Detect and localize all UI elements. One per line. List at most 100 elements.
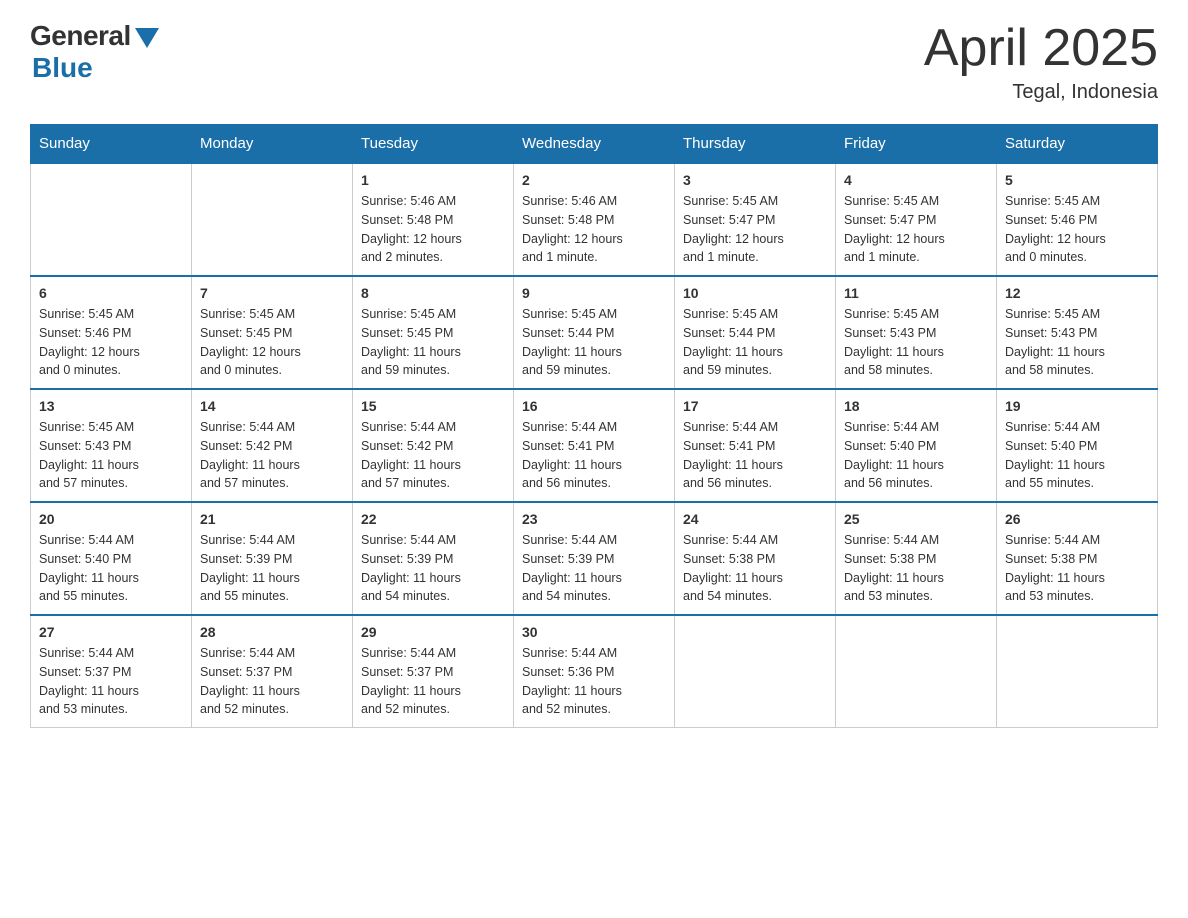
day-info: Sunrise: 5:45 AMSunset: 5:43 PMDaylight:… [1005,305,1149,380]
day-number: 1 [361,172,505,188]
calendar-table: SundayMondayTuesdayWednesdayThursdayFrid… [30,124,1158,728]
day-info: Sunrise: 5:44 AMSunset: 5:39 PMDaylight:… [200,531,344,606]
day-number: 21 [200,511,344,527]
header-tuesday: Tuesday [353,125,514,164]
day-info: Sunrise: 5:44 AMSunset: 5:41 PMDaylight:… [683,418,827,493]
day-info: Sunrise: 5:45 AMSunset: 5:47 PMDaylight:… [844,192,988,267]
day-number: 11 [844,285,988,301]
day-number: 4 [844,172,988,188]
day-info: Sunrise: 5:44 AMSunset: 5:38 PMDaylight:… [683,531,827,606]
header-thursday: Thursday [675,125,836,164]
day-number: 30 [522,624,666,640]
day-info: Sunrise: 5:46 AMSunset: 5:48 PMDaylight:… [522,192,666,267]
calendar-cell: 22 Sunrise: 5:44 AMSunset: 5:39 PMDayligh… [353,502,514,615]
day-info: Sunrise: 5:46 AMSunset: 5:48 PMDaylight:… [361,192,505,267]
logo: General Blue [30,20,159,84]
calendar-cell: 11 Sunrise: 5:45 AMSunset: 5:43 PMDayligh… [836,276,997,389]
day-info: Sunrise: 5:44 AMSunset: 5:39 PMDaylight:… [361,531,505,606]
day-info: Sunrise: 5:45 AMSunset: 5:47 PMDaylight:… [683,192,827,267]
calendar-cell: 28Sunrise: 5:44 AMSunset: 5:37 PMDayligh… [192,615,353,728]
day-info: Sunrise: 5:44 AMSunset: 5:37 PMDaylight:… [39,644,183,719]
day-info: Sunrise: 5:45 AMSunset: 5:43 PMDaylight:… [39,418,183,493]
calendar-cell: 19Sunrise: 5:44 AMSunset: 5:40 PMDayligh… [997,389,1158,502]
calendar-cell: 8 Sunrise: 5:45 AMSunset: 5:45 PMDaylight… [353,276,514,389]
day-number: 6 [39,285,183,301]
day-info: Sunrise: 5:44 AMSunset: 5:42 PMDaylight:… [361,418,505,493]
day-number: 20 [39,511,183,527]
day-number: 25 [844,511,988,527]
calendar-cell: 18 Sunrise: 5:44 AMSunset: 5:40 PMDayligh… [836,389,997,502]
calendar-cell: 21 Sunrise: 5:44 AMSunset: 5:39 PMDayligh… [192,502,353,615]
day-number: 16 [522,398,666,414]
day-info: Sunrise: 5:45 AMSunset: 5:45 PMDaylight:… [200,305,344,380]
header-sunday: Sunday [31,125,192,164]
calendar-cell: 7Sunrise: 5:45 AMSunset: 5:45 PMDaylight… [192,276,353,389]
title-section: April 2025 Tegal, Indonesia [924,20,1158,104]
calendar-week-row: 20 Sunrise: 5:44 AMSunset: 5:40 PMDayligh… [31,502,1158,615]
day-info: Sunrise: 5:45 AMSunset: 5:46 PMDaylight:… [39,305,183,380]
location-title: Tegal, Indonesia [924,81,1158,104]
calendar-cell: 23Sunrise: 5:44 AMSunset: 5:39 PMDayligh… [514,502,675,615]
calendar-week-row: 1 Sunrise: 5:46 AMSunset: 5:48 PMDaylight… [31,163,1158,276]
logo-blue-text: Blue [32,52,93,84]
day-number: 13 [39,398,183,414]
calendar-cell: 5Sunrise: 5:45 AMSunset: 5:46 PMDaylight… [997,163,1158,276]
day-info: Sunrise: 5:44 AMSunset: 5:40 PMDaylight:… [844,418,988,493]
day-info: Sunrise: 5:44 AMSunset: 5:38 PMDaylight:… [1005,531,1149,606]
day-info: Sunrise: 5:44 AMSunset: 5:36 PMDaylight:… [522,644,666,719]
day-info: Sunrise: 5:44 AMSunset: 5:41 PMDaylight:… [522,418,666,493]
day-info: Sunrise: 5:45 AMSunset: 5:44 PMDaylight:… [683,305,827,380]
calendar-cell: 20 Sunrise: 5:44 AMSunset: 5:40 PMDayligh… [31,502,192,615]
day-number: 14 [200,398,344,414]
day-number: 22 [361,511,505,527]
calendar-cell: 12 Sunrise: 5:45 AMSunset: 5:43 PMDayligh… [997,276,1158,389]
day-number: 10 [683,285,827,301]
logo-triangle-icon [135,28,159,48]
day-info: Sunrise: 5:44 AMSunset: 5:38 PMDaylight:… [844,531,988,606]
day-number: 12 [1005,285,1149,301]
day-info: Sunrise: 5:45 AMSunset: 5:45 PMDaylight:… [361,305,505,380]
calendar-cell: 26 Sunrise: 5:44 AMSunset: 5:38 PMDayligh… [997,502,1158,615]
header-saturday: Saturday [997,125,1158,164]
header-friday: Friday [836,125,997,164]
day-number: 3 [683,172,827,188]
day-number: 27 [39,624,183,640]
calendar-cell: 2Sunrise: 5:46 AMSunset: 5:48 PMDaylight… [514,163,675,276]
calendar-cell [836,615,997,728]
day-number: 17 [683,398,827,414]
calendar-cell: 29 Sunrise: 5:44 AMSunset: 5:37 PMDayligh… [353,615,514,728]
day-number: 24 [683,511,827,527]
calendar-cell: 16 Sunrise: 5:44 AMSunset: 5:41 PMDayligh… [514,389,675,502]
day-number: 26 [1005,511,1149,527]
day-info: Sunrise: 5:45 AMSunset: 5:44 PMDaylight:… [522,305,666,380]
day-number: 8 [361,285,505,301]
calendar-week-row: 13 Sunrise: 5:45 AMSunset: 5:43 PMDayligh… [31,389,1158,502]
calendar-cell: 13 Sunrise: 5:45 AMSunset: 5:43 PMDayligh… [31,389,192,502]
calendar-cell [31,163,192,276]
header-monday: Monday [192,125,353,164]
day-number: 28 [200,624,344,640]
day-number: 29 [361,624,505,640]
calendar-cell: 27 Sunrise: 5:44 AMSunset: 5:37 PMDayligh… [31,615,192,728]
day-number: 9 [522,285,666,301]
calendar-cell [192,163,353,276]
calendar-cell: 10 Sunrise: 5:45 AMSunset: 5:44 PMDayligh… [675,276,836,389]
calendar-cell: 1 Sunrise: 5:46 AMSunset: 5:48 PMDaylight… [353,163,514,276]
calendar-cell: 9 Sunrise: 5:45 AMSunset: 5:44 PMDaylight… [514,276,675,389]
calendar-cell: 17 Sunrise: 5:44 AMSunset: 5:41 PMDayligh… [675,389,836,502]
calendar-week-row: 6 Sunrise: 5:45 AMSunset: 5:46 PMDaylight… [31,276,1158,389]
calendar-cell: 4 Sunrise: 5:45 AMSunset: 5:47 PMDaylight… [836,163,997,276]
page-header: General Blue April 2025 Tegal, Indonesia [30,20,1158,104]
calendar-cell: 30 Sunrise: 5:44 AMSunset: 5:36 PMDayligh… [514,615,675,728]
month-title: April 2025 [924,20,1158,77]
day-number: 23 [522,511,666,527]
calendar-cell [675,615,836,728]
calendar-week-row: 27 Sunrise: 5:44 AMSunset: 5:37 PMDayligh… [31,615,1158,728]
day-info: Sunrise: 5:44 AMSunset: 5:40 PMDaylight:… [39,531,183,606]
day-info: Sunrise: 5:44 AMSunset: 5:42 PMDaylight:… [200,418,344,493]
day-number: 18 [844,398,988,414]
day-info: Sunrise: 5:45 AMSunset: 5:43 PMDaylight:… [844,305,988,380]
calendar-cell: 3 Sunrise: 5:45 AMSunset: 5:47 PMDaylight… [675,163,836,276]
calendar-cell: 14 Sunrise: 5:44 AMSunset: 5:42 PMDayligh… [192,389,353,502]
day-info: Sunrise: 5:44 AMSunset: 5:37 PMDaylight:… [361,644,505,719]
